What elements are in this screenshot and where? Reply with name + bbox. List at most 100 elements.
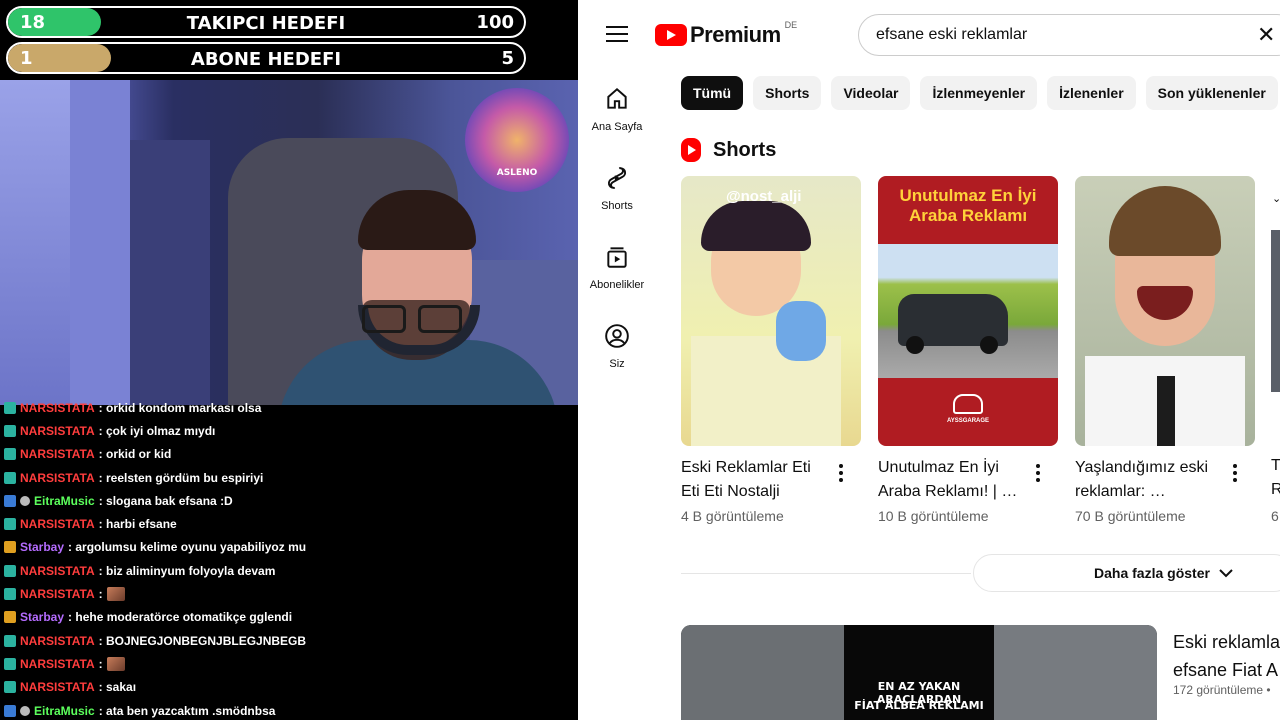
shorts-icon [607, 167, 627, 189]
short-card-1[interactable]: @nost_alji Eski Reklamlar Eti Eti Eti No… [681, 176, 861, 524]
video-title[interactable]: Eski reklamla efsane Fiat A [1173, 628, 1280, 684]
chat-username[interactable]: NARSISTATA [20, 657, 95, 671]
short-views-4-partial: 6 [1271, 508, 1279, 524]
home-icon [607, 87, 627, 109]
short-brand-2: AYSSGARAGE [946, 418, 990, 424]
chat-badge-icon [4, 704, 16, 717]
chat-message: EitraMusic: ata ben yazcaktım .smödnbsa [0, 699, 578, 720]
chat-feed: NARSISTATA: orkid kondom markası olsa NAR… [0, 396, 578, 720]
chat-username[interactable]: EitraMusic [34, 704, 95, 718]
show-more-label: Daha fazla göster [1094, 565, 1210, 581]
chat-username[interactable]: NARSISTATA [20, 564, 95, 578]
sidebar-label-you: Siz [609, 358, 625, 370]
short-arrow-icon[interactable]: ⌄ [1272, 192, 1280, 205]
subscriber-goal-bar: 1 ABONE HEDEFI 5 [6, 42, 526, 74]
chip-shorts[interactable]: Shorts [753, 76, 822, 110]
chat-username[interactable]: NARSISTATA [20, 447, 95, 461]
chat-username[interactable]: NARSISTATA [20, 587, 95, 601]
chat-badge-icon [4, 494, 16, 507]
chat-badge-icon [4, 611, 16, 624]
clear-search-icon[interactable]: ✕ [1257, 15, 1275, 55]
video-thumbnail[interactable]: EN AZ YAKAN ARAÇLARDAN FİAT ALBEA REKLAM… [681, 625, 1157, 720]
chat-badge-icon [4, 401, 16, 414]
chat-badge-icon [4, 634, 16, 647]
short-thumbnail-1[interactable]: @nost_alji [681, 176, 861, 446]
more-options-icon[interactable] [839, 464, 843, 485]
short-title-1[interactable]: Eski Reklamlar Eti Eti Eti Nostalji [681, 456, 831, 504]
chat-username[interactable]: EitraMusic [34, 494, 95, 508]
chat-emote-icon [106, 656, 125, 671]
chat-username[interactable]: Starbay [20, 610, 64, 624]
channel-logo-text: ASLENO [496, 168, 538, 178]
search-input[interactable]: efsane eski reklamlar ✕ [858, 14, 1280, 56]
glasses-right [418, 305, 462, 333]
short-views-3: 70 B görüntüleme [1075, 508, 1186, 524]
youtube-logo[interactable]: Premium DE [655, 20, 797, 48]
chip-watched[interactable]: İzlenenler [1047, 76, 1136, 110]
video-thumb-text-2: FİAT ALBEA REKLAMI [854, 699, 984, 712]
shorts-heading-text: Shorts [713, 138, 777, 161]
more-options-icon[interactable] [1233, 464, 1237, 485]
short-title-2[interactable]: Unutulmaz En İyi Araba Reklamı! | … [878, 456, 1028, 504]
short-title-4-line1: T [1271, 457, 1280, 474]
short-thumbnail-2[interactable]: Unutulmaz En İyi Araba Reklamı AYSSGARAG… [878, 176, 1058, 446]
chat-badge-icon [4, 448, 16, 461]
chat-badge-icon [4, 518, 16, 531]
chip-all[interactable]: Tümü [681, 76, 744, 110]
chevron-down-icon [1219, 569, 1233, 578]
short-title-4-partial[interactable]: T R [1271, 454, 1280, 502]
chat-text: : BOJNEGJONBEGNJBLEGJNBEGB [98, 633, 307, 648]
chat-message: EitraMusic: slogana bak efsana :D [0, 489, 578, 512]
short-card-2[interactable]: Unutulmaz En İyi Araba Reklamı AYSSGARAG… [878, 176, 1058, 524]
brand-name: Premium [690, 22, 781, 47]
chat-username[interactable]: NARSISTATA [20, 401, 95, 415]
show-more-button[interactable]: Daha fazla göster [973, 554, 1280, 592]
account-icon [605, 324, 629, 348]
stream-panel: 18 TAKIPCI HEDEFI 100 1 ABONE HEDEFI 5 A… [0, 0, 578, 720]
webcam-view: ASLENO [0, 80, 578, 405]
chat-message: NARSISTATA: sakaı [0, 676, 578, 699]
chip-videos[interactable]: Videolar [831, 76, 911, 110]
chat-text: : [98, 656, 103, 671]
subscriber-goal-label: ABONE HEDEFI [190, 49, 342, 70]
chat-message: NARSISTATA: çok iyi olmaz mıydı [0, 419, 578, 442]
chat-username[interactable]: NARSISTATA [20, 634, 95, 648]
more-options-icon[interactable] [1036, 464, 1040, 485]
chat-badge-secondary-icon [20, 495, 30, 506]
sidebar-item-subscriptions[interactable]: Abonelikler [578, 244, 656, 291]
short-card-3[interactable]: Yaşlandığımız eski reklamlar: … 70 B gör… [1075, 176, 1255, 524]
sidebar-item-home[interactable]: Ana Sayfa [578, 86, 656, 133]
sidebar-item-shorts[interactable]: Shorts [578, 165, 656, 212]
video-views: 172 görüntüleme • [1173, 683, 1271, 697]
chat-username[interactable]: Starbay [20, 540, 64, 554]
chat-text: : [98, 587, 103, 602]
chip-recently-uploaded[interactable]: Son yüklenenler [1145, 76, 1278, 110]
chat-text: : sakaı [98, 680, 137, 695]
chip-unwatched[interactable]: İzlenmeyenler [920, 76, 1038, 110]
filter-chips: Tümü Shorts Videolar İzlenmeyenler İzlen… [681, 76, 1278, 110]
chat-message: NARSISTATA: BOJNEGJONBEGNJBLEGJNBEGB [0, 629, 578, 652]
chat-badge-icon [4, 588, 16, 601]
sidebar-label-home: Ana Sayfa [591, 121, 643, 133]
chat-text: : reelsten gördüm bu espiriyi [98, 470, 264, 485]
chat-badge-icon [4, 541, 16, 554]
chat-username[interactable]: NARSISTATA [20, 680, 95, 694]
chat-text: : argolumsu kelime oyunu yapabiliyoz mu [68, 540, 307, 555]
chat-message: NARSISTATA: [0, 652, 578, 675]
short-title-3[interactable]: Yaşlandığımız eski reklamlar: … [1075, 456, 1225, 504]
chat-username[interactable]: NARSISTATA [20, 517, 95, 531]
menu-icon[interactable] [606, 26, 628, 44]
chat-username[interactable]: NARSISTATA [20, 424, 95, 438]
sidebar-item-you[interactable]: Siz [578, 323, 656, 370]
chat-text: : orkid or kid [98, 447, 172, 462]
chat-emote-icon [106, 587, 125, 602]
short-thumbnail-4-partial[interactable] [1271, 230, 1280, 392]
chat-username[interactable]: NARSISTATA [20, 471, 95, 485]
chat-message: NARSISTATA: reelsten gördüm bu espiriyi [0, 466, 578, 489]
chat-badge-icon [4, 471, 16, 484]
subscriptions-icon [607, 247, 627, 268]
chat-text: : çok iyi olmaz mıydı [98, 423, 216, 438]
short-thumbnail-3[interactable] [1075, 176, 1255, 446]
glasses-left [362, 305, 406, 333]
shorts-logo-icon [681, 138, 701, 162]
